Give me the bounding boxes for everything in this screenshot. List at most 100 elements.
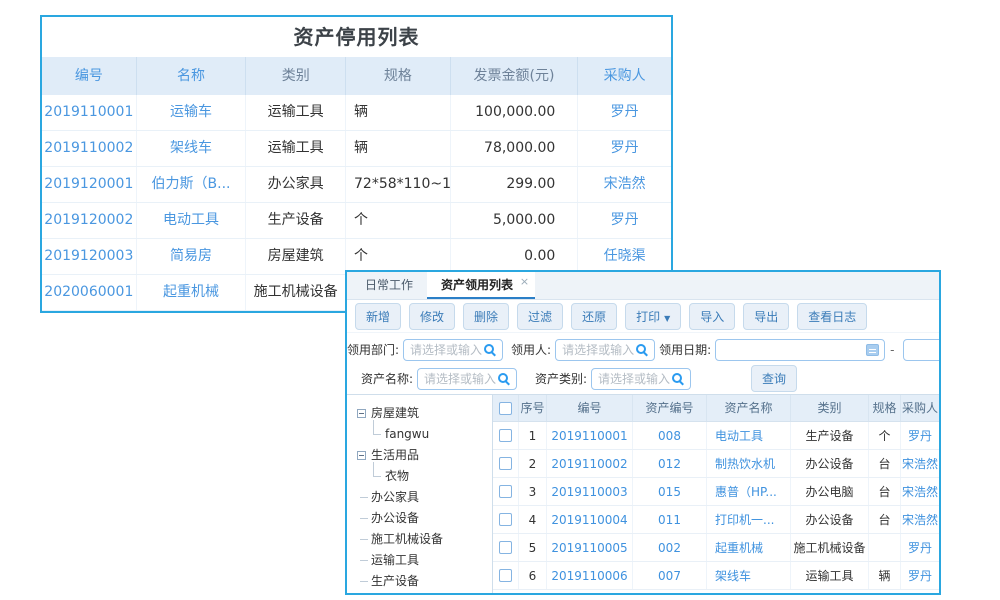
tree-node[interactable]: 衣物	[355, 466, 492, 487]
toolbar-button-删除[interactable]: 删除	[463, 303, 509, 330]
checkbox-cell	[493, 534, 519, 561]
tree-node[interactable]: 生产设备	[355, 571, 492, 592]
table-cell[interactable]: 电动工具	[137, 203, 247, 238]
table-cell[interactable]: 简易房	[137, 239, 247, 274]
table-cell: 1	[519, 422, 547, 449]
table-cell[interactable]: 2019110001	[547, 422, 633, 449]
table-cell[interactable]: 2019120001	[42, 167, 137, 202]
tree-node[interactable]: fangwu	[355, 424, 492, 445]
table-cell[interactable]: 宋浩然	[901, 478, 939, 505]
stop-table-header: 编号 名称 类别 规格 发票金额(元) 采购人	[42, 57, 671, 95]
row-checkbox[interactable]	[499, 513, 512, 526]
row-checkbox[interactable]	[499, 541, 512, 554]
asset-name-label: 资产名称:	[347, 370, 413, 387]
table-cell[interactable]: 架线车	[707, 562, 791, 589]
row-checkbox[interactable]	[499, 485, 512, 498]
issue-grid: 序号 编号 资产编号 资产名称 类别 规格 采购人 12019110001008…	[493, 395, 939, 593]
toolbar: 新增修改删除过滤还原打印▼ 导入导出查看日志	[347, 300, 939, 333]
table-cell[interactable]: 起重机械	[137, 275, 247, 310]
table-cell[interactable]: 2019110005	[547, 534, 633, 561]
tree-node[interactable]: 施工机械设备	[355, 529, 492, 550]
table-cell[interactable]: 任晓渠	[578, 239, 671, 274]
column-header-amount: 发票金额(元)	[451, 57, 579, 95]
table-cell[interactable]: 宋浩然	[901, 506, 939, 533]
tree-node[interactable]: 办公设备	[355, 508, 492, 529]
table-cell[interactable]: 宋浩然	[901, 450, 939, 477]
date-end-input[interactable]	[903, 339, 941, 361]
table-cell[interactable]: 2019120002	[42, 203, 137, 238]
table-cell[interactable]: 012	[633, 450, 707, 477]
toolbar-button-还原[interactable]: 还原	[571, 303, 617, 330]
toolbar-button-过滤[interactable]: 过滤	[517, 303, 563, 330]
table-cell[interactable]: 2019110002	[547, 450, 633, 477]
table-cell: 辆	[346, 95, 451, 130]
table-cell[interactable]: 2019110001	[42, 95, 137, 130]
table-cell[interactable]: 起重机械	[707, 534, 791, 561]
table-cell[interactable]: 制热饮水机	[707, 450, 791, 477]
table-cell[interactable]: 2019110006	[547, 562, 633, 589]
table-cell: 100,000.00	[451, 95, 579, 130]
tree-node[interactable]: 办公家具	[355, 487, 492, 508]
table-cell[interactable]: 008	[633, 422, 707, 449]
table-cell[interactable]: 2019110004	[547, 506, 633, 533]
grid-body: 12019110001008电动工具生产设备个罗丹22019110002012制…	[493, 422, 939, 590]
table-cell[interactable]: 电动工具	[707, 422, 791, 449]
table-cell[interactable]: 伯力斯（B...	[137, 167, 247, 202]
collapse-minus-icon[interactable]	[357, 409, 366, 418]
row-checkbox[interactable]	[499, 569, 512, 582]
asset-stop-list-panel: 资产停用列表 编号 名称 类别 规格 发票金额(元) 采购人 201911000…	[40, 15, 673, 313]
search-icon[interactable]	[484, 344, 497, 357]
toolbar-button-导出[interactable]: 导出	[743, 303, 789, 330]
date-start-input[interactable]	[715, 339, 885, 361]
tree-node-label: 生活用品	[371, 448, 419, 462]
checkbox-cell	[493, 478, 519, 505]
table-cell[interactable]: 2019110003	[547, 478, 633, 505]
table-row: 2019120002电动工具生产设备个5,000.00罗丹	[42, 203, 671, 239]
table-cell[interactable]: 2020060001	[42, 275, 137, 310]
table-cell[interactable]: 015	[633, 478, 707, 505]
date-range-separator: -	[890, 343, 894, 357]
search-icon[interactable]	[672, 373, 685, 386]
table-cell[interactable]: 2019120003	[42, 239, 137, 274]
table-cell: 个	[346, 203, 451, 238]
calendar-icon[interactable]	[866, 344, 879, 356]
query-button[interactable]: 查询	[751, 365, 797, 392]
search-icon[interactable]	[498, 373, 511, 386]
toolbar-button-新增[interactable]: 新增	[355, 303, 401, 330]
table-cell[interactable]: 2019110002	[42, 131, 137, 166]
column-header-spec: 规格	[346, 57, 451, 95]
table-cell[interactable]: 罗丹	[578, 131, 671, 166]
table-cell[interactable]: 罗丹	[901, 534, 939, 561]
select-all-checkbox[interactable]	[499, 402, 512, 415]
tree-node[interactable]: 运输工具	[355, 550, 492, 571]
table-cell[interactable]: 罗丹	[901, 422, 939, 449]
close-icon[interactable]: ×	[520, 270, 529, 296]
table-cell[interactable]: 罗丹	[578, 203, 671, 238]
collapse-minus-icon[interactable]	[357, 451, 366, 460]
table-cell: 运输工具	[246, 95, 346, 130]
table-cell[interactable]: 罗丹	[901, 562, 939, 589]
table-cell[interactable]: 架线车	[137, 131, 247, 166]
tab-asset-issue-list[interactable]: 资产领用列表 ×	[427, 271, 535, 299]
table-cell: 办公设备	[791, 450, 869, 477]
tab-daily-work[interactable]: 日常工作	[351, 271, 427, 299]
table-cell[interactable]: 运输车	[137, 95, 247, 130]
table-cell[interactable]: 罗丹	[578, 95, 671, 130]
table-cell[interactable]: 打印机一...	[707, 506, 791, 533]
table-cell: 299.00	[451, 167, 579, 202]
table-cell[interactable]: 惠普（HP...	[707, 478, 791, 505]
toolbar-button-查看日志[interactable]: 查看日志	[797, 303, 867, 330]
table-cell: 辆	[869, 562, 901, 589]
table-row: 32019110003015惠普（HP...办公电脑台宋浩然	[493, 478, 939, 506]
table-cell[interactable]: 007	[633, 562, 707, 589]
toolbar-button-修改[interactable]: 修改	[409, 303, 455, 330]
search-icon[interactable]	[636, 344, 649, 357]
tree-node-label: 衣物	[385, 469, 409, 483]
table-cell[interactable]: 011	[633, 506, 707, 533]
table-cell[interactable]: 002	[633, 534, 707, 561]
toolbar-button-打印[interactable]: 打印▼	[625, 303, 681, 330]
table-cell[interactable]: 宋浩然	[578, 167, 671, 202]
row-checkbox[interactable]	[499, 457, 512, 470]
toolbar-button-导入[interactable]: 导入	[689, 303, 735, 330]
row-checkbox[interactable]	[499, 429, 512, 442]
